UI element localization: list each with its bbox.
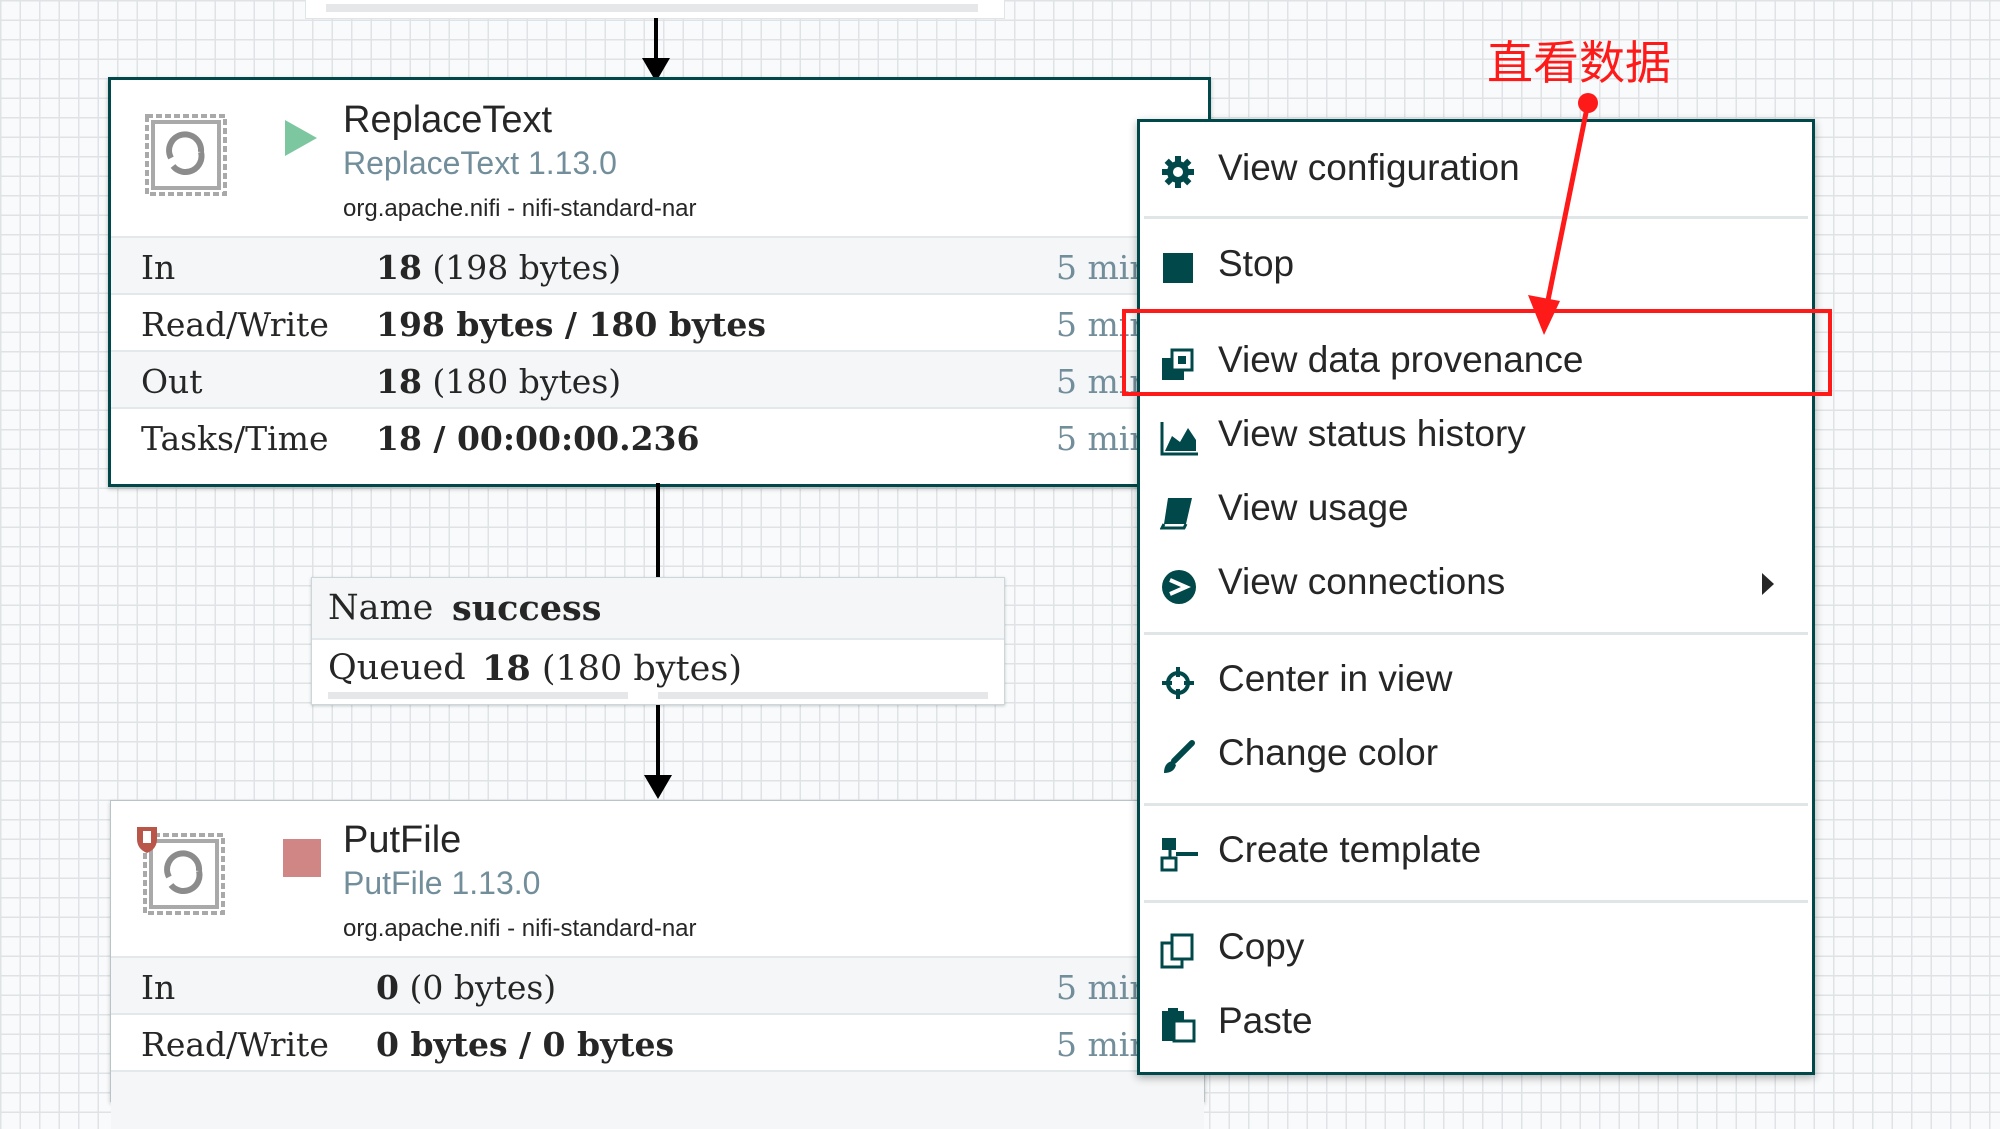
connection-line	[654, 18, 658, 60]
annotation-arrow-icon	[1528, 93, 1598, 335]
stat-value: 0 (0 bytes)	[376, 968, 557, 1007]
paintbrush-icon	[1160, 739, 1196, 775]
menu-item-create-template[interactable]: Create template	[1140, 823, 1812, 881]
stop-status-icon	[283, 839, 321, 877]
connection-name-label: Name	[328, 588, 434, 628]
queue-progress-bar	[328, 692, 628, 699]
paste-icon	[1160, 1007, 1196, 1043]
menu-item-label: View status history	[1218, 413, 1526, 454]
processor-bundle: org.apache.nifi - nifi-standard-nar	[343, 915, 697, 942]
processor-putfile[interactable]: PutFile PutFile 1.13.0 org.apache.nifi -…	[110, 800, 1205, 1129]
connection-line	[656, 483, 660, 579]
context-menu: View configuration Stop View data proven…	[1137, 119, 1815, 1075]
menu-item-label: Change color	[1218, 732, 1439, 773]
menu-item-label: Center in view	[1218, 658, 1453, 699]
connection-name-row: Name success	[312, 578, 1004, 638]
arrow-head-icon	[644, 775, 672, 799]
menu-separator	[1144, 900, 1808, 903]
stat-label: Tasks/Time	[141, 419, 329, 458]
annotation-text: 直看数据	[1487, 36, 1671, 90]
stats-row-partial	[111, 1070, 1204, 1129]
menu-item-change-color[interactable]: Change color	[1140, 726, 1812, 784]
menu-separator	[1144, 803, 1808, 806]
menu-item-label: Stop	[1218, 243, 1295, 284]
connection-name-value: success	[452, 588, 602, 629]
stats-row-in: In 0 (0 bytes) 5 min	[111, 956, 1204, 1015]
menu-item-copy[interactable]: Copy	[1140, 920, 1812, 978]
menu-separator	[1144, 632, 1808, 635]
menu-item-view-usage[interactable]: View usage	[1140, 481, 1812, 539]
stat-label: Out	[141, 362, 203, 401]
menu-separator	[1144, 216, 1808, 219]
connection-label-success[interactable]: Name success Queued 18 (180 bytes)	[311, 577, 1005, 705]
menu-item-label: View configuration	[1218, 147, 1520, 188]
gear-icon	[1160, 154, 1196, 190]
crosshair-icon	[1160, 665, 1196, 701]
connection-line	[656, 705, 660, 777]
stat-value: 198 bytes / 180 bytes	[376, 305, 766, 344]
annotation-highlight-box	[1122, 309, 1832, 396]
stats-row-read-write: Read/Write 198 bytes / 180 bytes 5 min	[111, 293, 1208, 352]
menu-item-label: Create template	[1218, 829, 1482, 870]
stat-label: Read/Write	[141, 1025, 329, 1064]
stats-row-read-write: Read/Write 0 bytes / 0 bytes 5 min	[111, 1013, 1204, 1072]
queued-label: Queued	[328, 648, 466, 688]
stop-icon	[1160, 250, 1196, 286]
queue-progress-bar	[658, 692, 988, 699]
processor-name: ReplaceText	[343, 99, 553, 141]
submenu-caret-icon	[1760, 571, 1776, 602]
processor-version: ReplaceText 1.13.0	[343, 145, 617, 181]
processor-version: PutFile 1.13.0	[343, 865, 541, 901]
queued-value: 18 (180 bytes)	[482, 648, 743, 689]
menu-item-label: Copy	[1218, 926, 1305, 967]
processor-replacetext[interactable]: ReplaceText ReplaceText 1.13.0 org.apach…	[108, 77, 1211, 487]
stat-value: 18 / 00:00:00.236	[376, 419, 700, 458]
template-icon	[1160, 836, 1198, 872]
restricted-shield-icon	[135, 825, 159, 860]
menu-item-paste[interactable]: Paste	[1140, 994, 1812, 1052]
connection-queued-row: Queued 18 (180 bytes)	[312, 638, 1004, 706]
menu-item-label: View usage	[1218, 487, 1409, 528]
area-chart-icon	[1160, 420, 1198, 456]
stat-label: In	[141, 248, 176, 287]
copy-icon	[1160, 933, 1196, 969]
stat-value: 18 (198 bytes)	[376, 248, 622, 287]
stats-row-out: Out 18 (180 bytes) 5 min	[111, 350, 1208, 409]
stat-value: 18 (180 bytes)	[376, 362, 622, 401]
menu-item-label: Paste	[1218, 1000, 1313, 1041]
book-icon	[1159, 494, 1196, 530]
processor-icon	[143, 112, 229, 198]
upstream-connection-label[interactable]	[305, 0, 1005, 19]
processor-name: PutFile	[343, 819, 462, 861]
stat-label: Read/Write	[141, 305, 329, 344]
menu-item-center-in-view[interactable]: Center in view	[1140, 652, 1812, 710]
menu-item-view-status-history[interactable]: View status history	[1140, 407, 1812, 465]
menu-item-label: View connections	[1218, 561, 1506, 602]
processor-bundle: org.apache.nifi - nifi-standard-nar	[343, 195, 697, 222]
stat-value: 0 bytes / 0 bytes	[376, 1025, 675, 1064]
stats-row-tasks-time: Tasks/Time 18 / 00:00:00.236 5 min	[111, 407, 1208, 483]
menu-item-stop[interactable]: Stop	[1140, 237, 1812, 295]
queue-progress-bar	[326, 4, 978, 12]
stats-row-in: In 18 (198 bytes) 5 min	[111, 236, 1208, 295]
stat-label: In	[141, 968, 176, 1007]
menu-item-view-connections[interactable]: View connections	[1140, 555, 1812, 613]
menu-item-view-configuration[interactable]: View configuration	[1140, 141, 1812, 199]
run-status-icon	[281, 118, 321, 163]
connections-icon	[1160, 568, 1196, 604]
